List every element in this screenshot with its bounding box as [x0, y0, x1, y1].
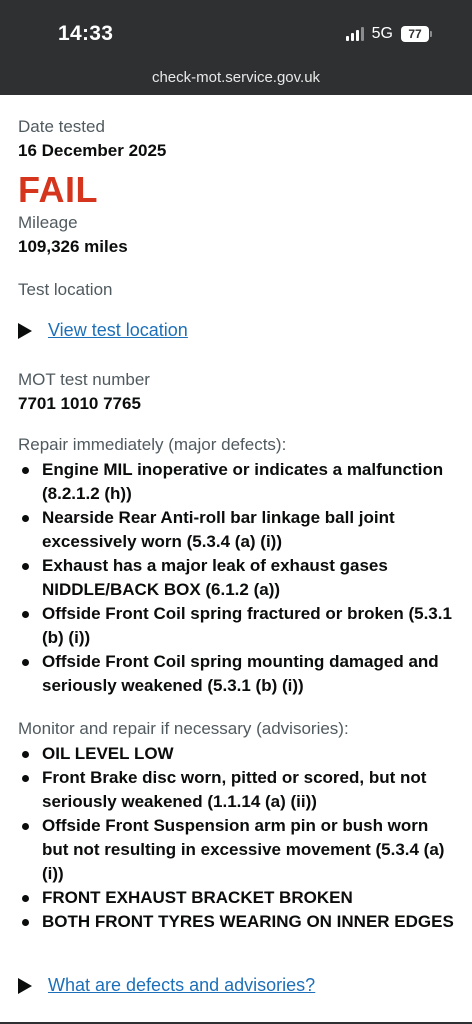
mileage-value: 109,326 miles	[18, 237, 128, 256]
defects-advisories-toggle[interactable]: What are defects and advisories?	[18, 975, 315, 996]
list-item: Front Brake disc worn, pitted or scored,…	[18, 766, 458, 814]
advisories-list: OIL LEVEL LOW Front Brake disc worn, pit…	[18, 742, 458, 934]
network-type: 5G	[371, 25, 393, 42]
list-item: Nearside Rear Anti-roll bar linkage ball…	[18, 506, 458, 554]
list-item: Engine MIL inoperative or indicates a ma…	[18, 458, 458, 506]
list-item: Offside Front Coil spring fractured or b…	[18, 602, 458, 650]
status-time: 14:33	[58, 22, 114, 45]
list-item: Exhaust has a major leak of exhaust gase…	[18, 554, 458, 602]
mot-test-number-value: 7701 1010 7765	[18, 394, 141, 413]
list-item: BOTH FRONT TYRES WEARING ON INNER EDGES	[18, 910, 458, 934]
triangle-right-icon	[18, 977, 32, 994]
battery-icon: 77	[401, 26, 432, 42]
view-test-location-toggle[interactable]: View test location	[18, 320, 188, 341]
list-item: Offside Front Coil spring mounting damag…	[18, 650, 458, 698]
defects-advisories-link[interactable]: What are defects and advisories?	[48, 975, 315, 996]
date-tested-value: 16 December 2025	[18, 141, 167, 160]
major-defects-list: Engine MIL inoperative or indicates a ma…	[18, 458, 458, 698]
test-location-label: Test location	[18, 280, 113, 299]
triangle-right-icon	[18, 322, 32, 339]
signal-icon	[345, 27, 364, 41]
list-item: Offside Front Suspension arm pin or bush…	[18, 814, 458, 886]
view-test-location-link[interactable]: View test location	[48, 320, 188, 341]
date-tested-label: Date tested	[18, 117, 105, 136]
advisories-heading: Monitor and repair if necessary (advisor…	[18, 719, 349, 738]
list-item: OIL LEVEL LOW	[18, 742, 458, 766]
status-indicators: 5G 77	[345, 25, 432, 43]
result-status: FAIL	[18, 169, 98, 210]
battery-level: 77	[401, 26, 429, 42]
mileage-label: Mileage	[18, 213, 78, 232]
list-item: FRONT EXHAUST BRACKET BROKEN	[18, 886, 458, 910]
address-bar[interactable]: check-mot.service.gov.uk	[0, 69, 472, 86]
status-bar: 14:33 5G 77 check-mot.service.gov.uk	[0, 0, 472, 95]
mot-test-number-label: MOT test number	[18, 370, 150, 389]
major-defects-heading: Repair immediately (major defects):	[18, 435, 287, 454]
